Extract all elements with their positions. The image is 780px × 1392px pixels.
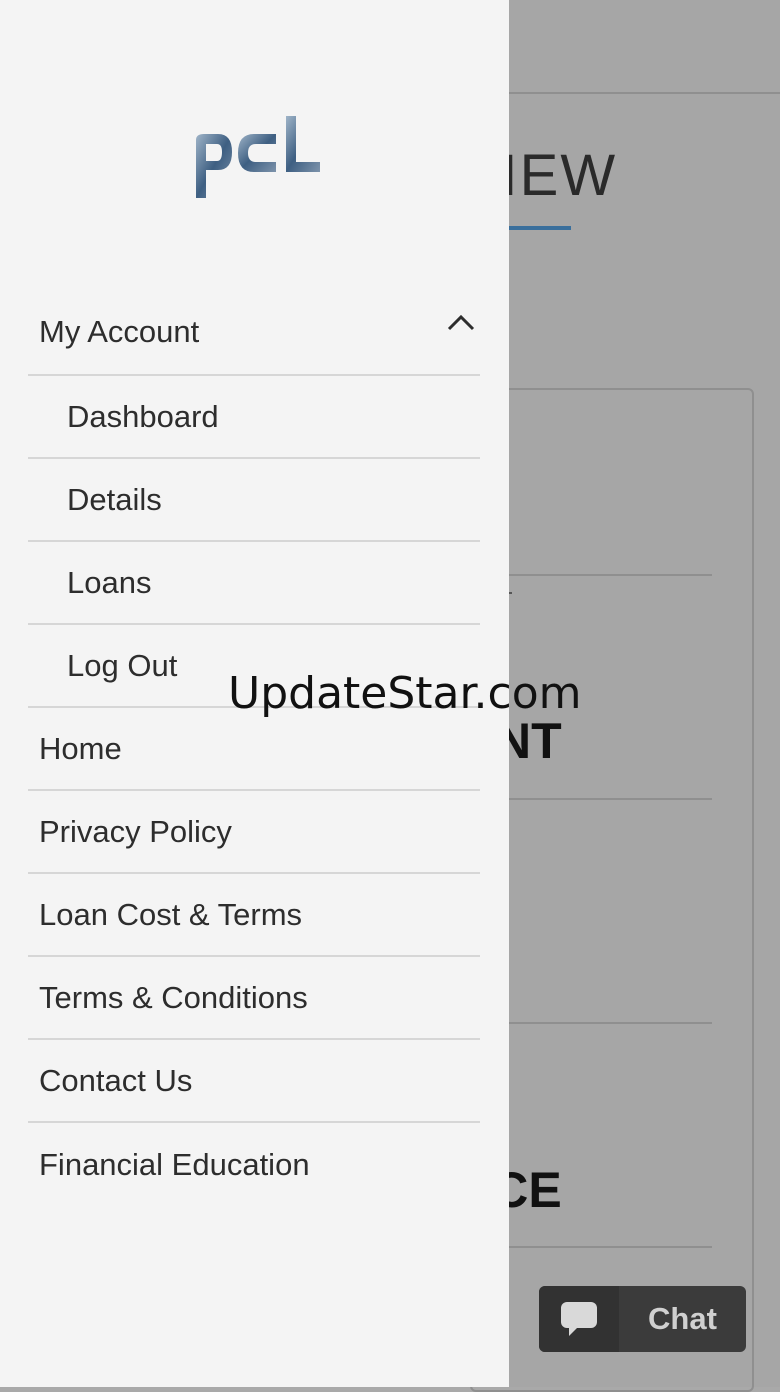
menu-label: Details (67, 481, 162, 517)
menu-dashboard[interactable]: Dashboard (28, 376, 480, 459)
menu-terms-conditions[interactable]: Terms & Conditions (28, 957, 480, 1040)
chevron-up-icon[interactable] (446, 312, 476, 332)
chat-button[interactable]: Chat (539, 1286, 746, 1352)
chat-label: Chat (648, 1301, 717, 1336)
menu-label: Loan Cost & Terms (39, 896, 303, 932)
speech-bubble-icon (539, 1286, 619, 1352)
menu-my-account[interactable]: My Account (28, 290, 480, 376)
menu-home[interactable]: Home (28, 708, 480, 791)
content-card (470, 388, 754, 1392)
menu-label: Log Out (67, 647, 178, 683)
watermark: UpdateStar.com (228, 668, 582, 719)
menu-label: Home (39, 730, 122, 766)
menu-loan-cost-terms[interactable]: Loan Cost & Terms (28, 874, 480, 957)
menu-label: Financial Education (39, 1146, 310, 1182)
menu-details[interactable]: Details (28, 459, 480, 542)
menu-label: Loans (67, 564, 152, 600)
drawer-menu: My Account Dashboard Details Loans Log O… (28, 290, 480, 1206)
menu-privacy-policy[interactable]: Privacy Policy (28, 791, 480, 874)
menu-label: Terms & Conditions (39, 979, 308, 1015)
menu-label: Privacy Policy (39, 813, 232, 849)
title-underline (505, 226, 571, 230)
menu-financial-education[interactable]: Financial Education (28, 1123, 480, 1206)
menu-label: Contact Us (39, 1062, 193, 1098)
menu-label: Dashboard (67, 398, 219, 434)
menu-label: My Account (39, 314, 200, 349)
menu-contact-us[interactable]: Contact Us (28, 1040, 480, 1123)
menu-loans[interactable]: Loans (28, 542, 480, 625)
pcl-logo (188, 106, 328, 206)
